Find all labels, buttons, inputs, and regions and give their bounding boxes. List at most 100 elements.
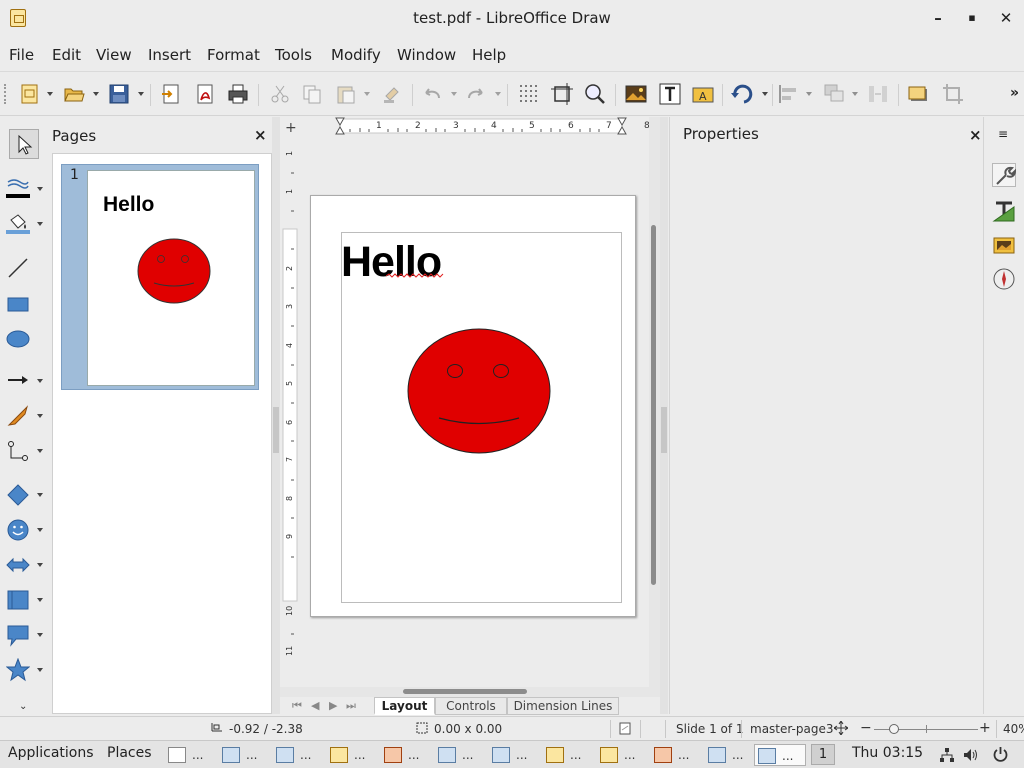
helplines-icon[interactable] <box>550 82 574 106</box>
clock[interactable]: Thu 03:15 <box>852 745 923 761</box>
applications-menu[interactable]: Applications <box>8 745 94 761</box>
line-tool-icon[interactable] <box>6 256 30 280</box>
undo-dropdown-icon[interactable] <box>451 92 457 96</box>
pages-list[interactable]: 1 Hello <box>52 153 272 714</box>
tab-controls[interactable]: Controls <box>435 697 507 715</box>
block-arrows-dropdown-icon[interactable] <box>37 563 43 567</box>
menu-view[interactable]: View <box>96 46 132 64</box>
new-dropdown-icon[interactable] <box>47 92 53 96</box>
vertical-ruler[interactable]: 1 1 2 3 4 5 6 7 8 9 10 11 <box>280 139 300 699</box>
maximize-button[interactable]: ▪ <box>960 6 984 30</box>
rotate-icon[interactable] <box>730 82 754 106</box>
callout-dropdown-icon[interactable] <box>37 633 43 637</box>
print-icon[interactable] <box>226 82 250 106</box>
arrange-dropdown-icon[interactable] <box>852 92 858 96</box>
basic-shapes-icon[interactable] <box>6 483 30 507</box>
zoom-slider-handle[interactable] <box>889 724 899 734</box>
curve-dropdown-icon[interactable] <box>37 414 43 418</box>
open-icon[interactable] <box>62 82 86 106</box>
network-icon[interactable] <box>939 747 955 763</box>
new-icon[interactable] <box>18 82 42 106</box>
master-page-name[interactable]: master-page3 <box>750 722 833 736</box>
export-pdf-icon[interactable] <box>193 82 217 106</box>
ellipse-tool-icon[interactable] <box>6 327 30 351</box>
properties-panel-splitter[interactable] <box>660 117 668 714</box>
places-menu[interactable]: Places <box>107 745 152 761</box>
zoom-out-button[interactable]: − <box>860 720 872 736</box>
volume-icon[interactable] <box>963 747 979 763</box>
flowchart-icon[interactable] <box>6 588 30 612</box>
taskbar-window-button[interactable]: ... <box>165 744 217 766</box>
properties-panel-close-button[interactable]: × <box>969 126 982 144</box>
tab-layout[interactable]: Layout <box>374 697 435 715</box>
taskbar-window-button[interactable]: ... <box>381 744 433 766</box>
grid-icon[interactable] <box>517 82 541 106</box>
splitter-grip[interactable] <box>661 407 667 453</box>
power-icon[interactable] <box>992 746 1009 763</box>
menu-insert[interactable]: Insert <box>148 46 191 64</box>
stars-dropdown-icon[interactable] <box>37 668 43 672</box>
zoom-in-button[interactable]: + <box>979 720 991 736</box>
first-layer-icon[interactable]: ⏮ <box>292 699 302 713</box>
vertical-scroll-thumb[interactable] <box>651 225 656 585</box>
vertical-scrollbar[interactable] <box>649 117 660 687</box>
rectangle-tool-icon[interactable] <box>6 292 30 316</box>
arrange-icon[interactable] <box>822 82 846 106</box>
pages-panel-close-button[interactable]: × <box>254 126 267 144</box>
textbox-icon[interactable] <box>658 82 682 106</box>
align-icon[interactable] <box>777 82 801 106</box>
fill-color-icon[interactable] <box>6 212 30 236</box>
drawing-page[interactable]: Hello <box>310 195 636 617</box>
taskbar-window-button[interactable]: ... <box>705 744 757 766</box>
arrow-dropdown-icon[interactable] <box>37 379 43 383</box>
taskbar-window-button[interactable]: ... <box>273 744 325 766</box>
taskbar-window-button[interactable]: ... <box>543 744 595 766</box>
horizontal-scroll-thumb[interactable] <box>403 689 527 694</box>
curve-tool-icon[interactable] <box>6 404 30 428</box>
taskbar-window-button[interactable]: ... <box>489 744 541 766</box>
last-layer-icon[interactable]: ⏭ <box>346 699 356 713</box>
tab-dimension-lines[interactable]: Dimension Lines <box>507 697 619 715</box>
redo-dropdown-icon[interactable] <box>495 92 501 96</box>
save-dropdown-icon[interactable] <box>138 92 144 96</box>
taskbar-window-button[interactable]: ... <box>219 744 271 766</box>
save-icon[interactable] <box>107 82 131 106</box>
sidebar-menu-icon[interactable]: ≡ <box>998 127 1008 141</box>
distribute-icon[interactable] <box>866 82 890 106</box>
connector-tool-icon[interactable] <box>6 439 30 463</box>
line-color-icon[interactable] <box>6 176 30 200</box>
open-dropdown-icon[interactable] <box>93 92 99 96</box>
menu-tools[interactable]: Tools <box>275 46 312 64</box>
symbol-shapes-dropdown-icon[interactable] <box>37 528 43 532</box>
minimize-button[interactable]: – <box>926 6 950 30</box>
ruler-origin[interactable]: + <box>285 120 297 136</box>
navigator-icon[interactable] <box>992 267 1016 291</box>
stars-icon[interactable] <box>5 657 31 682</box>
connector-dropdown-icon[interactable] <box>37 449 43 453</box>
styles-icon[interactable] <box>992 199 1016 223</box>
arrow-tool-icon[interactable] <box>6 368 30 392</box>
symbol-shapes-icon[interactable] <box>6 518 30 542</box>
menu-format[interactable]: Format <box>207 46 260 64</box>
previous-layer-icon[interactable]: ◀ <box>311 699 319 712</box>
clone-formatting-icon[interactable] <box>380 82 404 106</box>
shadow-icon[interactable] <box>906 82 930 106</box>
copy-icon[interactable] <box>300 82 324 106</box>
basic-shapes-dropdown-icon[interactable] <box>37 493 43 497</box>
taskbar-window-button[interactable]: ... <box>435 744 487 766</box>
gallery-icon[interactable] <box>992 233 1016 257</box>
page-thumbnail[interactable]: 1 Hello <box>61 164 259 390</box>
horizontal-scrollbar[interactable] <box>280 687 660 697</box>
toolbar-grip[interactable] <box>4 84 7 104</box>
callout-icon[interactable] <box>6 623 30 647</box>
close-button[interactable]: ✕ <box>994 6 1018 30</box>
workspace-switcher[interactable]: 1 <box>811 744 835 765</box>
taskbar-window-button[interactable]: ... <box>651 744 703 766</box>
smiley-face-shape[interactable] <box>406 327 552 455</box>
line-color-dropdown-icon[interactable] <box>37 187 43 191</box>
next-layer-icon[interactable]: ▶ <box>329 699 337 712</box>
select-tool[interactable] <box>9 129 39 159</box>
menu-modify[interactable]: Modify <box>331 46 381 64</box>
export-icon[interactable] <box>159 82 183 106</box>
menu-help[interactable]: Help <box>472 46 506 64</box>
